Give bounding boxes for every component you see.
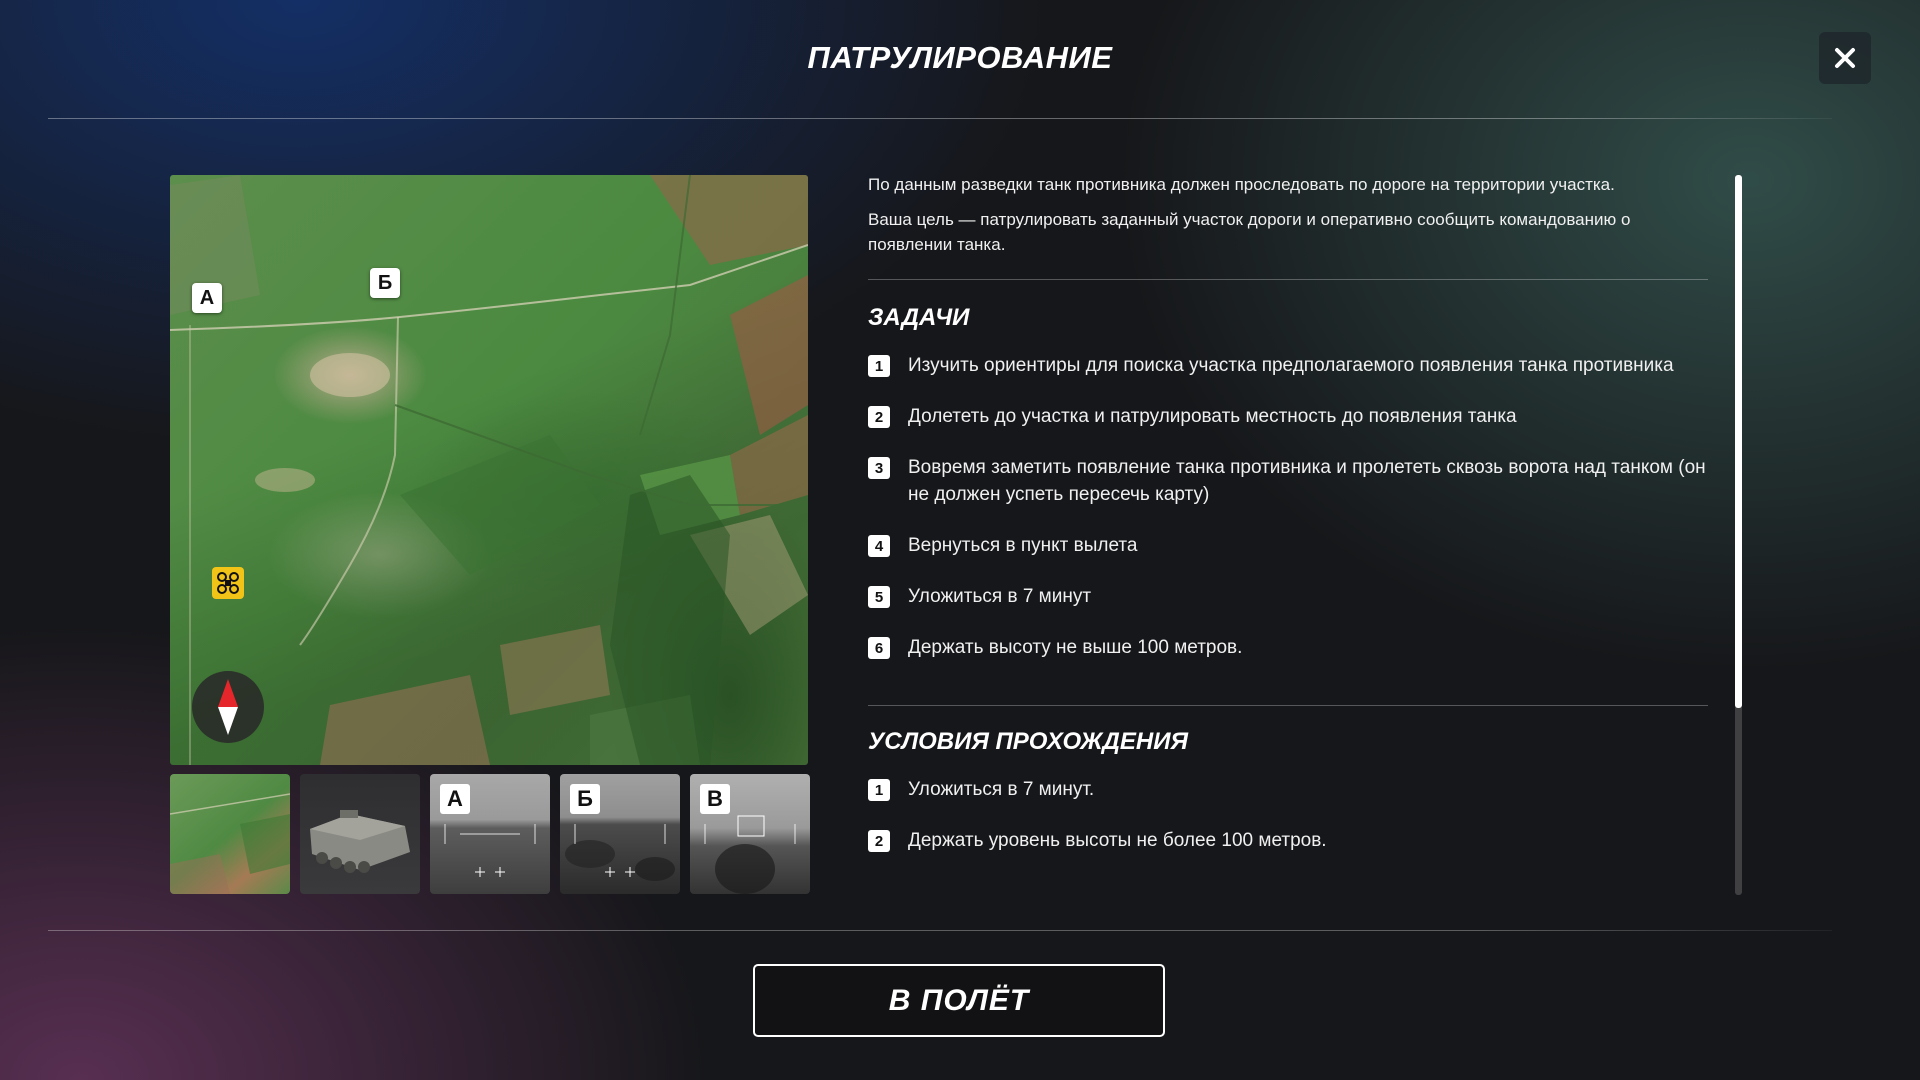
compass-icon	[192, 671, 264, 743]
task-number: 3	[868, 457, 890, 479]
task-item: 2 Долететь до участка и патрулировать ме…	[868, 403, 1708, 430]
thumbnail-camera-v[interactable]: В	[690, 774, 810, 894]
condition-text: Держать уровень высоты не более 100 метр…	[908, 830, 1327, 851]
task-number: 1	[868, 355, 890, 377]
task-text: Уложиться в 7 минут	[908, 586, 1092, 607]
start-flight-button[interactable]: В ПОЛЁТ	[753, 964, 1165, 1037]
task-item: 4 Вернуться в пункт вылета	[868, 532, 1708, 559]
thumbnail-camera-b[interactable]: Б	[560, 774, 680, 894]
briefing-panel[interactable]: По данным разведки танк противника долже…	[868, 172, 1718, 894]
task-text: Изучить ориентиры для поиска участка пре…	[908, 355, 1674, 376]
header-divider	[48, 118, 1832, 119]
task-text: Долететь до участка и патрулировать мест…	[908, 406, 1517, 427]
briefing-scrollbar[interactable]	[1735, 175, 1742, 895]
footer-divider	[48, 930, 1832, 931]
close-icon	[1835, 48, 1855, 68]
apc-icon	[310, 810, 410, 873]
task-item: 1 Изучить ориентиры для поиска участка п…	[868, 352, 1708, 379]
task-text: Вернуться в пункт вылета	[908, 535, 1138, 556]
task-item: 6 Держать высоту не выше 100 метров.	[868, 634, 1708, 661]
task-number: 5	[868, 586, 890, 608]
task-item: 3 Вовремя заметить появление танка проти…	[868, 454, 1708, 508]
thumbnail-strip: А Б В	[170, 774, 810, 894]
mission-map[interactable]: А Б	[170, 175, 808, 765]
intro-paragraph: По данным разведки танк противника долже…	[868, 175, 1615, 194]
page-title: ПАТРУЛИРОВАНИЕ	[807, 40, 1113, 75]
close-button[interactable]	[1819, 32, 1871, 84]
task-text: Держать высоту не выше 100 метров.	[908, 637, 1243, 658]
intro-paragraph: Ваша цель — патрулировать заданный участ…	[868, 210, 1631, 254]
thumbnail-tag-b: Б	[570, 784, 600, 814]
thumbnail-camera-a[interactable]: А	[430, 774, 550, 894]
briefing-intro: По данным разведки танк противника долже…	[868, 172, 1718, 257]
thumbnail-map[interactable]	[170, 774, 290, 894]
thumbnail-tag-v: В	[700, 784, 730, 814]
scrollbar-thumb[interactable]	[1735, 175, 1742, 708]
thumbnail-tag-a: А	[440, 784, 470, 814]
task-number: 6	[868, 637, 890, 659]
map-pin-a[interactable]: А	[192, 283, 222, 313]
task-text: Вовремя заметить появление танка противн…	[908, 457, 1706, 505]
map-pin-b[interactable]: Б	[370, 268, 400, 298]
conditions-title: УСЛОВИЯ ПРОХОЖДЕНИЯ	[868, 728, 1188, 755]
thumbnail-vehicle[interactable]	[300, 774, 420, 894]
condition-item: 1 Уложиться в 7 минут.	[868, 776, 1708, 803]
condition-number: 2	[868, 830, 890, 852]
condition-number: 1	[868, 779, 890, 801]
map-terrain	[170, 175, 808, 765]
task-number: 2	[868, 406, 890, 428]
condition-item: 2 Держать уровень высоты не более 100 ме…	[868, 827, 1708, 854]
task-number: 4	[868, 535, 890, 557]
drone-icon[interactable]	[212, 567, 244, 599]
thumbnail-map-image	[170, 793, 290, 894]
tasks-title: ЗАДАЧИ	[868, 304, 970, 331]
condition-text: Уложиться в 7 минут.	[908, 779, 1095, 800]
section-divider	[868, 705, 1708, 706]
task-item: 5 Уложиться в 7 минут	[868, 583, 1708, 610]
section-divider	[868, 279, 1708, 280]
